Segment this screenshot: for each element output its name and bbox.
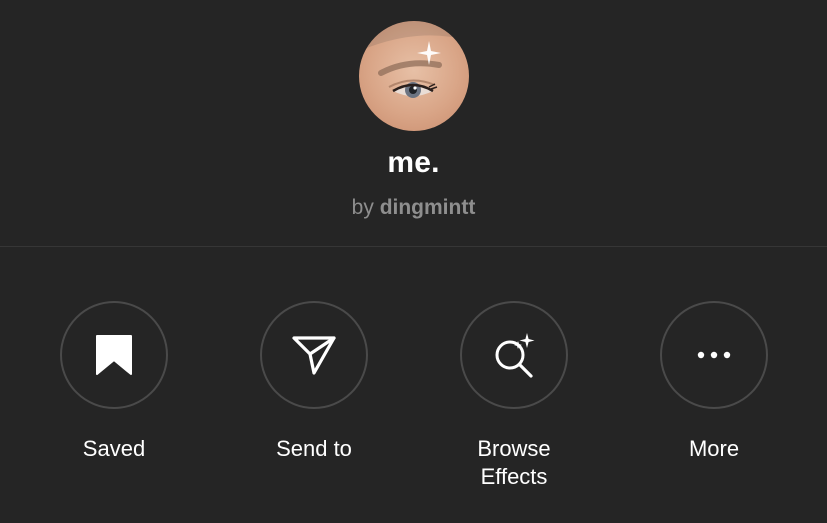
saved-button[interactable]	[60, 301, 168, 409]
browse-effects-label: Browse Effects	[477, 436, 551, 489]
effect-name: me.	[387, 146, 440, 179]
send-to-action[interactable]: Send to	[234, 301, 394, 463]
more-action[interactable]: More	[634, 301, 794, 463]
more-button[interactable]	[660, 301, 768, 409]
paper-plane-icon	[292, 336, 336, 375]
effect-sheet: me. by dingmintt Saved Send to Browse Ef…	[0, 0, 827, 523]
bookmark-filled-icon	[96, 335, 132, 375]
effect-thumbnail[interactable]	[359, 21, 469, 131]
saved-action[interactable]: Saved	[34, 301, 194, 463]
browse-effects-action[interactable]: Browse Effects	[434, 301, 594, 491]
byline-prefix: by	[351, 196, 374, 219]
more-horizontal-icon	[697, 351, 731, 359]
send-to-button[interactable]	[260, 301, 368, 409]
creator-name[interactable]: dingmintt	[380, 196, 476, 219]
more-label: More	[688, 436, 740, 461]
eye-closeup-image	[359, 21, 469, 98]
effect-header: me. by dingmintt	[0, 0, 827, 246]
send-to-label: Send to	[276, 436, 352, 461]
saved-label: Saved	[82, 436, 146, 461]
sparkle-search-icon	[495, 333, 535, 378]
effect-byline: by dingmintt	[0, 196, 827, 220]
divider	[0, 246, 827, 247]
browse-effects-button[interactable]	[460, 301, 568, 409]
